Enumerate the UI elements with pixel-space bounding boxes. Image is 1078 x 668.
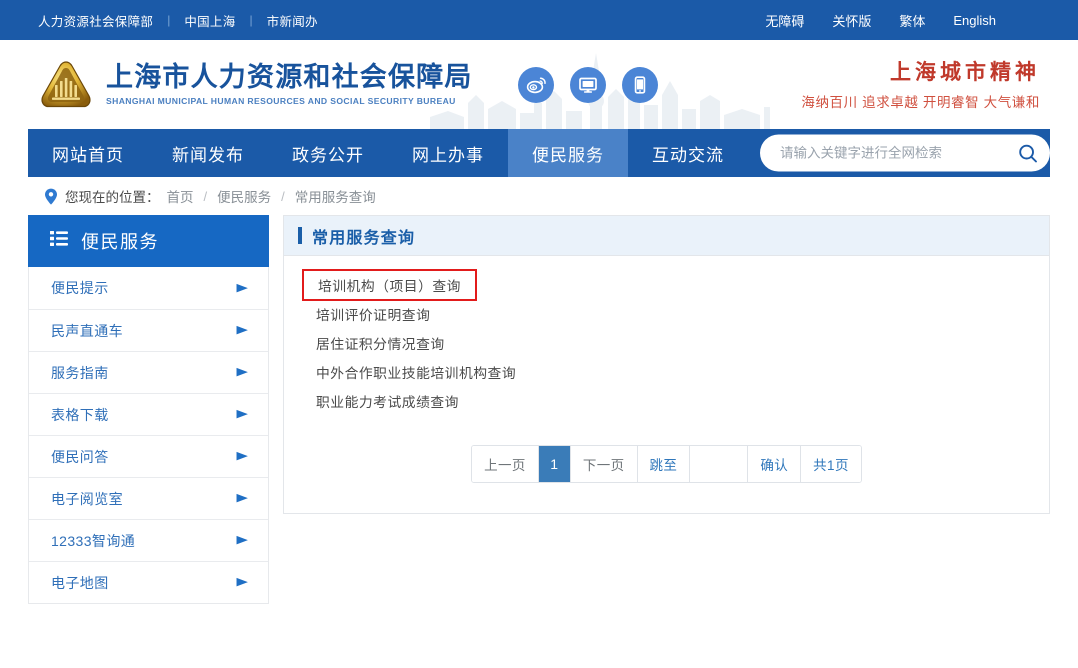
- top-link-press-office[interactable]: 市新闻办: [267, 11, 318, 30]
- nav-item-home[interactable]: 网站首页: [28, 129, 148, 177]
- nav-item-convenience-services[interactable]: 便民服务: [508, 129, 628, 177]
- sidebar-item-electronic-map[interactable]: 电子地图 ▶: [29, 561, 268, 603]
- breadcrumb: 您现在的位置： 首页 / 便民服务 / 常用服务查询: [0, 177, 1078, 215]
- nav-item-government-affairs[interactable]: 政务公开: [268, 129, 388, 177]
- list-item-training-institution-query[interactable]: 培训机构（项目）查询: [284, 268, 1049, 301]
- desktop-icon[interactable]: [570, 66, 606, 103]
- sidebar: 便民服务 便民提示 ▶ 民声直通车 ▶ 服务指南 ▶ 表格下载 ▶ 便民问答 ▶: [28, 215, 269, 604]
- pagination-jump-input[interactable]: [690, 446, 748, 482]
- content-panel: 常用服务查询 培训机构（项目）查询 培训评价证明查询 居住证积分情况查询 中外合…: [283, 215, 1050, 514]
- accessibility-link[interactable]: 无障碍: [765, 11, 804, 30]
- sidebar-title: 便民服务: [81, 232, 159, 252]
- triangle-right-icon: ▶: [236, 492, 248, 504]
- page-title: 常用服务查询: [312, 229, 416, 247]
- sidebar-item-label: 便民问答: [51, 448, 109, 465]
- sidebar-item-label: 表格下载: [51, 406, 109, 423]
- sidebar-item-label: 电子地图: [51, 574, 109, 591]
- location-pin-icon: [44, 188, 58, 205]
- sidebar-item-convenience-tips[interactable]: 便民提示 ▶: [29, 267, 268, 309]
- service-link-list: 培训机构（项目）查询 培训评价证明查询 居住证积分情况查询 中外合作职业技能培训…: [284, 256, 1049, 421]
- sidebar-item-label: 电子阅览室: [51, 490, 123, 507]
- top-left-links: 人力资源社会保障部 | 中国上海 | 市新闻办: [38, 11, 318, 30]
- pagination-jump-input-cell[interactable]: [690, 446, 749, 482]
- triangle-right-icon: ▶: [236, 324, 248, 336]
- site-search: [760, 134, 1050, 172]
- pagination-total-pages: 共1页: [801, 446, 861, 482]
- slogan-title: 上海城市精神: [890, 58, 1040, 84]
- site-masthead: 上海市人力资源和社会保障局 SHANGHAI MUNICIPAL HUMAN R…: [0, 40, 1078, 129]
- list-item-label: 培训机构（项目）查询: [302, 268, 477, 301]
- sidebar-item-label: 12333智询通: [51, 532, 136, 549]
- english-link[interactable]: English: [953, 13, 996, 28]
- social-icon-group: [518, 66, 658, 103]
- government-emblem-icon: [38, 59, 94, 111]
- breadcrumb-item-convenience-services[interactable]: 便民服务: [217, 186, 271, 206]
- sidebar-item-list: 便民提示 ▶ 民声直通车 ▶ 服务指南 ▶ 表格下载 ▶ 便民问答 ▶ 电子阅览…: [28, 267, 269, 604]
- brand-block: 上海市人力资源和社会保障局 SHANGHAI MUNICIPAL HUMAN R…: [106, 61, 473, 107]
- list-item-residence-permit-points-query[interactable]: 居住证积分情况查询: [284, 328, 1049, 357]
- top-link-separator: |: [167, 13, 171, 27]
- weibo-icon[interactable]: [518, 66, 554, 103]
- sidebar-item-12333-hotline[interactable]: 12333智询通 ▶: [29, 519, 268, 561]
- sidebar-header: 便民服务: [28, 215, 269, 267]
- triangle-right-icon: ▶: [236, 576, 248, 588]
- pagination-wrapper: 上一页 1 下一页 跳至 确认 共1页: [284, 421, 1049, 513]
- nav-item-interaction[interactable]: 互动交流: [628, 129, 748, 177]
- breadcrumb-separator: /: [203, 188, 208, 204]
- breadcrumb-separator: /: [281, 188, 285, 204]
- top-link-mohrss[interactable]: 人力资源社会保障部: [38, 11, 153, 30]
- sidebar-item-public-voice-express[interactable]: 民声直通车 ▶: [29, 309, 268, 351]
- breadcrumb-item-current: 常用服务查询: [294, 190, 376, 205]
- city-spirit-slogan: 上海城市精神 海纳百川 追求卓越 开明睿智 大气谦和: [801, 58, 1040, 110]
- top-link-china-shanghai[interactable]: 中国上海: [184, 11, 235, 30]
- triangle-right-icon: ▶: [236, 450, 248, 462]
- brand-title-cn: 上海市人力资源和社会保障局: [106, 61, 473, 93]
- sidebar-item-faq[interactable]: 便民问答 ▶: [29, 435, 268, 477]
- top-utility-bar: 人力资源社会保障部 | 中国上海 | 市新闻办 无障碍 关怀版 繁体 Engli…: [0, 0, 1078, 40]
- sidebar-item-e-reading-room[interactable]: 电子阅览室 ▶: [29, 477, 268, 519]
- list-item-label: 中外合作职业技能培训机构查询: [316, 365, 517, 381]
- title-accent-bar: [298, 227, 302, 244]
- list-item-training-evaluation-certificate-query[interactable]: 培训评价证明查询: [284, 299, 1049, 328]
- brand-title-en: SHANGHAI MUNICIPAL HUMAN RESOURCES AND S…: [106, 96, 456, 107]
- sidebar-item-label: 便民提示: [51, 280, 109, 296]
- list-item-sino-foreign-training-institution-query[interactable]: 中外合作职业技能培训机构查询: [284, 357, 1049, 386]
- main-nav: 网站首页 新闻发布 政务公开 网上办事 便民服务 互动交流: [28, 129, 1050, 177]
- pagination: 上一页 1 下一页 跳至 确认 共1页: [471, 445, 862, 483]
- list-item-label: 职业能力考试成绩查询: [316, 394, 459, 410]
- sidebar-item-label: 服务指南: [51, 364, 109, 381]
- sidebar-item-label: 民声直通车: [51, 322, 123, 339]
- list-item-label: 培训评价证明查询: [316, 307, 431, 323]
- elder-care-version-link[interactable]: 关怀版: [832, 11, 871, 30]
- search-input[interactable]: [780, 145, 1014, 161]
- sidebar-item-form-download[interactable]: 表格下载 ▶: [29, 393, 268, 435]
- list-item-vocational-exam-score-query[interactable]: 职业能力考试成绩查询: [284, 386, 1049, 415]
- list-item-label: 居住证积分情况查询: [316, 336, 445, 352]
- breadcrumb-label: 您现在的位置：: [65, 190, 160, 205]
- search-icon[interactable]: [1014, 139, 1042, 167]
- mobile-icon[interactable]: [622, 66, 658, 103]
- breadcrumb-item-home[interactable]: 首页: [167, 186, 194, 206]
- pagination-next-button[interactable]: 下一页: [570, 446, 638, 482]
- triangle-right-icon: ▶: [236, 366, 248, 378]
- main-nav-wrapper: 网站首页 新闻发布 政务公开 网上办事 便民服务 互动交流: [0, 129, 1078, 177]
- top-right-links: 无障碍 关怀版 繁体 English: [765, 11, 1054, 30]
- triangle-right-icon: ▶: [236, 534, 248, 546]
- pagination-prev-button[interactable]: 上一页: [472, 446, 539, 482]
- traditional-chinese-link[interactable]: 繁体: [899, 11, 925, 30]
- pagination-jump-label: 跳至: [637, 446, 691, 482]
- slogan-subtitle: 海纳百川 追求卓越 开明睿智 大气谦和: [801, 94, 1040, 110]
- page-body: 便民服务 便民提示 ▶ 民声直通车 ▶ 服务指南 ▶ 表格下载 ▶ 便民问答 ▶: [0, 215, 1078, 604]
- list-menu-icon: [50, 231, 68, 251]
- pagination-confirm-button[interactable]: 确认: [748, 446, 802, 482]
- nav-item-online-services[interactable]: 网上办事: [388, 129, 508, 177]
- sidebar-item-service-guide[interactable]: 服务指南 ▶: [29, 351, 268, 393]
- triangle-right-icon: ▶: [236, 281, 248, 294]
- nav-item-news[interactable]: 新闻发布: [148, 129, 268, 177]
- pagination-page-1: 1: [538, 446, 571, 482]
- triangle-right-icon: ▶: [236, 408, 248, 420]
- content-panel-header: 常用服务查询: [284, 216, 1049, 256]
- top-link-separator: |: [249, 13, 253, 27]
